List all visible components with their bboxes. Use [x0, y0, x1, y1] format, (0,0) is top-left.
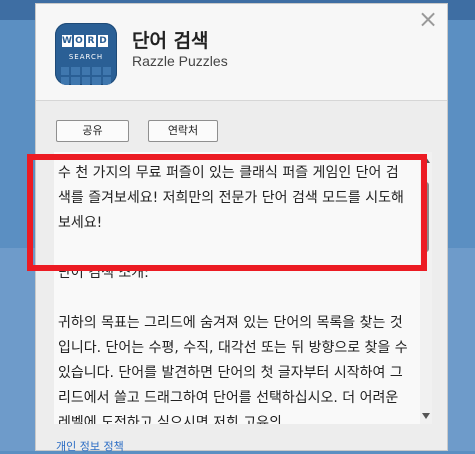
app-detail-dialog: W O R D SEARCH 단어 검색 Razzle Puzzles × 공유… [35, 3, 448, 454]
icon-letter-tiles: W O R D [62, 35, 108, 47]
app-title: 단어 검색 [132, 30, 209, 52]
icon-letter-tile: W [62, 35, 72, 47]
app-publisher: Razzle Puzzles [132, 53, 228, 69]
scroll-thumb[interactable] [423, 182, 429, 252]
icon-grid-row [61, 77, 112, 85]
scroll-down-arrow-icon[interactable] [422, 413, 430, 419]
description-panel[interactable]: 수 천 가지의 무료 퍼즐이 있는 클래식 퍼즐 게임인 단어 검색를 즐겨보세… [54, 152, 432, 424]
privacy-policy-link[interactable]: 개인 정보 정책 [56, 438, 124, 454]
icon-letter-tile: O [74, 35, 84, 47]
word-search-app-icon: W O R D SEARCH [55, 23, 117, 85]
icon-subtitle: SEARCH [68, 53, 104, 61]
contact-button[interactable]: 연락처 [148, 120, 218, 142]
icon-letter-tile: R [86, 35, 96, 47]
share-button[interactable]: 공유 [56, 120, 129, 142]
icon-grid-row [61, 67, 112, 75]
close-icon[interactable]: × [417, 7, 439, 31]
scroll-up-arrow-icon[interactable] [422, 157, 430, 163]
icon-letter-tile: D [98, 35, 108, 47]
dialog-header: W O R D SEARCH 단어 검색 Razzle Puzzles × [36, 4, 447, 101]
description-text: 수 천 가지의 무료 퍼즐이 있는 클래식 퍼즐 게임인 단어 검색를 즐겨보세… [58, 165, 408, 424]
description-scrollbar[interactable] [420, 152, 432, 424]
